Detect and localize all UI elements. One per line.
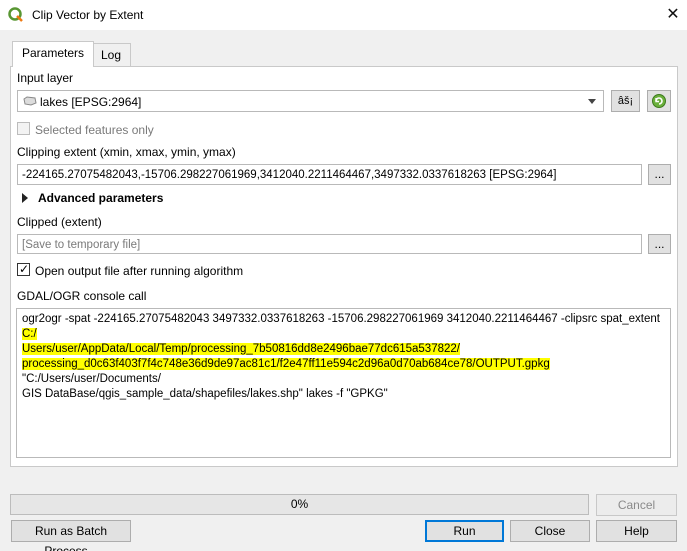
open-output-label: Open output file after running algorithm (35, 264, 244, 278)
layer-settings-button[interactable]: âš¡ (611, 90, 640, 112)
console-text: "C:/Users/user/Documents/ (22, 373, 161, 385)
console-line-2: Users/user/AppData/Local/Temp/processing… (22, 342, 665, 357)
iterate-button[interactable] (647, 90, 671, 112)
progress-bar: 0% (10, 494, 589, 515)
input-layer-combobox[interactable]: lakes [EPSG:2964] (17, 90, 604, 112)
clipping-extent-input[interactable]: -224165.27075482043,-15706.298227061969,… (17, 164, 642, 185)
clipped-placeholder: [Save to temporary file] (22, 239, 141, 251)
console-text: ogr2ogr -spat -224165.27075482043 349733… (22, 313, 660, 325)
clipped-label: Clipped (extent) (17, 215, 102, 229)
input-layer-value: lakes [EPSG:2964] (40, 95, 142, 109)
help-button[interactable]: Help (596, 520, 677, 542)
tab-parameters[interactable]: Parameters (12, 41, 95, 67)
iterate-icon (652, 94, 666, 108)
close-window-icon[interactable]: ✕ (658, 4, 687, 26)
title-bar: Clip Vector by Extent ✕ (0, 0, 687, 30)
run-button[interactable]: Run (425, 520, 504, 542)
cancel-button[interactable]: Cancel (596, 494, 677, 516)
chevron-down-icon (588, 99, 596, 104)
expand-triangle-icon[interactable] (22, 193, 28, 203)
selected-features-checkbox[interactable] (17, 122, 30, 135)
clipping-extent-browse-button[interactable]: ... (648, 164, 671, 185)
open-output-checkbox[interactable]: ✓ (17, 262, 30, 276)
qgis-logo-icon (8, 7, 23, 22)
console-line-4: GIS DataBase/qgis_sample_data/shapefiles… (22, 387, 665, 402)
window-title: Clip Vector by Extent (32, 8, 144, 22)
selected-features-label: Selected features only (35, 123, 154, 137)
close-button[interactable]: Close (510, 520, 590, 542)
console-call-textbox[interactable]: ogr2ogr -spat -224165.27075482043 349733… (16, 308, 671, 458)
advanced-parameters-toggle[interactable]: Advanced parameters (38, 191, 163, 205)
console-line-3: processing_d0c63f403f7f4c748e36d9de97ac8… (22, 357, 665, 387)
progress-label: 0% (290, 497, 309, 511)
polygon-layer-icon (23, 96, 37, 106)
clipped-browse-button[interactable]: ... (648, 234, 671, 254)
checkmark-icon: ✓ (19, 262, 30, 276)
tab-log[interactable]: Log (91, 43, 132, 66)
console-highlight: C:/ (22, 328, 37, 340)
clipped-output-input[interactable]: [Save to temporary file] (17, 234, 642, 254)
input-layer-label: Input layer (17, 71, 74, 85)
batch-process-button[interactable]: Run as Batch Process... (11, 520, 131, 551)
console-highlight: processing_d0c63f403f7f4c748e36d9de97ac8… (22, 358, 550, 370)
console-text: GIS DataBase/qgis_sample_data/shapefiles… (22, 388, 388, 400)
console-line-1: ogr2ogr -spat -224165.27075482043 349733… (22, 312, 665, 342)
console-label: GDAL/OGR console call (17, 289, 147, 303)
clipping-extent-label: Clipping extent (xmin, xmax, ymin, ymax) (17, 145, 236, 159)
console-highlight: Users/user/AppData/Local/Temp/processing… (22, 343, 460, 355)
